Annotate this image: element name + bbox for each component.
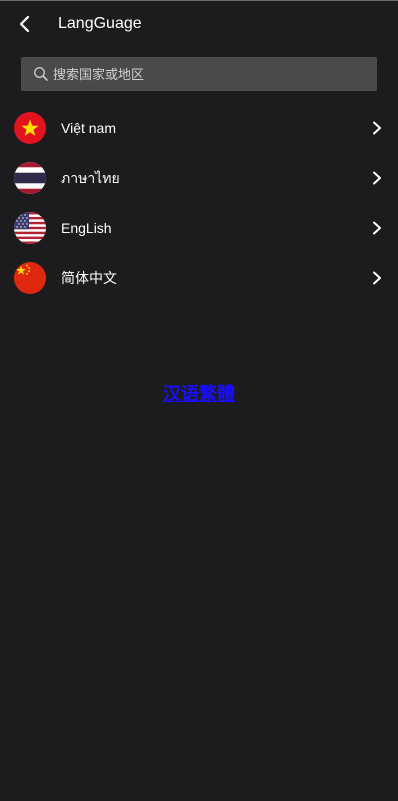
language-label: ภาษาไทย — [61, 170, 120, 186]
chevron-left-icon — [19, 15, 30, 33]
language-item-vietnamese[interactable]: Việt nam — [0, 103, 398, 153]
thailand-flag-icon — [14, 162, 46, 194]
usa-flag-icon — [14, 212, 46, 244]
language-list: Việt nam ภาษาไทย EngLish 简体中文 — [0, 103, 398, 303]
search-bar[interactable] — [21, 57, 377, 91]
chevron-right-icon — [373, 221, 381, 235]
language-item-thai[interactable]: ภาษาไทย — [0, 153, 398, 203]
language-label: 简体中文 — [61, 270, 117, 286]
language-item-simplified-chinese[interactable]: 简体中文 — [0, 253, 398, 303]
header: LangGuage — [0, 1, 398, 47]
china-flag-icon — [14, 262, 46, 294]
language-label: Việt nam — [61, 120, 116, 136]
language-label: EngLish — [61, 220, 112, 236]
page-title: LangGuage — [58, 15, 142, 32]
vietnam-flag-icon — [14, 112, 46, 144]
chevron-right-icon — [373, 121, 381, 135]
back-button[interactable] — [12, 11, 38, 37]
language-item-english[interactable]: EngLish — [0, 203, 398, 253]
chevron-right-icon — [373, 171, 381, 185]
traditional-chinese-link[interactable]: 汉语繁體 — [0, 380, 398, 406]
search-input[interactable] — [53, 57, 369, 91]
chevron-right-icon — [373, 271, 381, 285]
search-icon — [33, 66, 48, 81]
